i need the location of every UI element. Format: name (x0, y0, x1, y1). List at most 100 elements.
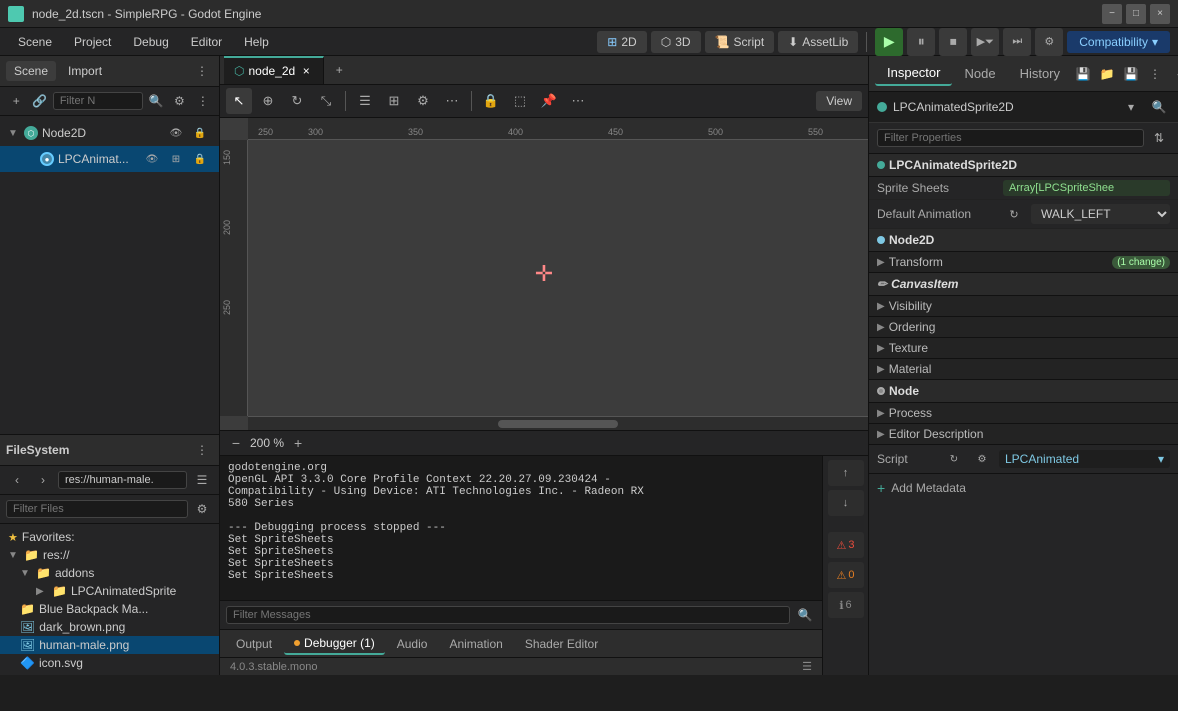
inspector-save2-button[interactable]: 💾 (1120, 63, 1142, 85)
run-button[interactable]: ▶ (875, 28, 903, 56)
material-subsection[interactable]: ▶ Material (869, 359, 1178, 380)
toolbar-script-button[interactable]: 📜 Script (705, 31, 775, 53)
add-node-button[interactable]: + (6, 90, 26, 112)
ordering-subsection[interactable]: ▶ Ordering (869, 317, 1178, 338)
script-reset-button[interactable]: ↻ (943, 448, 965, 470)
close-button[interactable]: × (1150, 4, 1170, 24)
more-tool-1[interactable]: ⋯ (439, 88, 465, 114)
console-warning-button[interactable]: ⚠ 0 (828, 562, 864, 588)
viewport[interactable]: 250 300 350 400 450 500 550 150 200 250 … (220, 118, 868, 430)
editor-desc-subsection[interactable]: ▶ Editor Description (869, 424, 1178, 445)
fs-back-button[interactable]: ‹ (6, 469, 28, 491)
lock-tool[interactable]: 🔒 (478, 88, 504, 114)
pause-button[interactable]: ⏸ (907, 28, 935, 56)
link-node-button[interactable]: 🔗 (29, 90, 49, 112)
inspector-back-button[interactable]: ‹ (1168, 63, 1178, 85)
console-tab-animation[interactable]: Animation (439, 634, 512, 654)
tree-item-lpc[interactable]: ● LPCAnimat... 👁 ⊞ 🔒 (0, 146, 219, 172)
view-button[interactable]: View (816, 91, 862, 111)
console-filter-input[interactable] (226, 606, 790, 624)
tab-close-button[interactable]: × (299, 64, 313, 78)
debug-run-button[interactable]: ▶⏷ (971, 28, 999, 56)
move-tool[interactable]: ⊕ (255, 88, 281, 114)
scene-options-button[interactable]: ⋮ (193, 90, 213, 112)
lpc-group-button[interactable]: ⊞ (165, 148, 187, 170)
lpc-visibility-button[interactable]: 👁 (141, 148, 163, 170)
fs-layout-button[interactable]: ☰ (191, 469, 213, 491)
snap-tool[interactable]: ⊞ (381, 88, 407, 114)
stop-button[interactable]: ⏹ (939, 28, 967, 56)
zoom-out-button[interactable]: − (226, 433, 246, 453)
sprite-sheets-value[interactable]: Array[LPCSpriteShee (1003, 180, 1170, 196)
console-tab-shader[interactable]: Shader Editor (515, 634, 608, 654)
filesystem-path-input[interactable] (58, 471, 187, 489)
rotate-tool[interactable]: ↻ (284, 88, 310, 114)
scene-filter-button[interactable]: ⚙ (169, 90, 189, 112)
settings-button[interactable]: ⚙ (1035, 28, 1063, 56)
rect-tool[interactable]: ⬚ (507, 88, 533, 114)
more-tool-2[interactable]: ⋯ (565, 88, 591, 114)
default-animation-select[interactable]: WALK_LEFT (1031, 204, 1170, 224)
texture-subsection[interactable]: ▶ Texture (869, 338, 1178, 359)
toolbar-assetlib-button[interactable]: ⬇ AssetLib (778, 31, 858, 53)
compatibility-button[interactable]: Compatibility ▾ (1067, 31, 1170, 53)
editor-tab-node2d[interactable]: ⬡ node_2d × (224, 56, 324, 84)
menu-scene[interactable]: Scene (8, 31, 62, 53)
process-subsection[interactable]: ▶ Process (869, 403, 1178, 424)
lpc-lock-button[interactable]: 🔒 (189, 148, 211, 170)
list-tool[interactable]: ☰ (352, 88, 378, 114)
inspector-more-button[interactable]: ⋮ (1144, 63, 1166, 85)
filter-properties-input[interactable] (877, 129, 1144, 147)
fs-item-backpack[interactable]: 📁 Blue Backpack Ma... (0, 600, 219, 618)
node2d-lock-button[interactable]: 🔒 (189, 122, 211, 144)
scale-tool[interactable]: ⤡ (313, 88, 339, 114)
tab-import[interactable]: Import (60, 61, 110, 81)
inspector-save-button[interactable]: 💾 (1072, 63, 1094, 85)
inspector-tab-node[interactable]: Node (952, 62, 1007, 85)
console-tab-output[interactable]: Output (226, 634, 282, 654)
maximize-button[interactable]: □ (1126, 4, 1146, 24)
console-down-button[interactable]: ↓ (828, 490, 864, 516)
filter-properties-sort[interactable]: ⇅ (1148, 127, 1170, 149)
grid-tool[interactable]: ⚙ (410, 88, 436, 114)
fs-item-favorites[interactable]: ★ Favorites: (0, 528, 219, 546)
menu-help[interactable]: Help (234, 31, 279, 53)
fs-item-iconsvg[interactable]: 🔷 icon.svg (0, 654, 219, 672)
console-info-button[interactable]: ℹ 6 (828, 592, 864, 618)
add-metadata-button[interactable]: + Add Metadata (869, 473, 1178, 502)
pin-tool[interactable]: 📌 (536, 88, 562, 114)
node-selector-search[interactable]: 🔍 (1148, 96, 1170, 118)
visibility-subsection[interactable]: ▶ Visibility (869, 296, 1178, 317)
console-up-button[interactable]: ↑ (828, 460, 864, 486)
fs-forward-button[interactable]: › (32, 469, 54, 491)
scene-menu-button[interactable]: ⋮ (191, 60, 213, 82)
console-filter-button[interactable]: 🔍 (794, 604, 816, 626)
zoom-in-button[interactable]: + (288, 433, 308, 453)
scene-filter-input[interactable] (53, 92, 143, 110)
inspector-folder-button[interactable]: 📁 (1096, 63, 1118, 85)
toolbar-3d-button[interactable]: ⬡ 3D (651, 31, 701, 53)
fs-item-res[interactable]: ▼ 📁 res:// (0, 546, 219, 564)
script-gear-button[interactable]: ⚙ (971, 448, 993, 470)
step-button[interactable]: ⏭ (1003, 28, 1031, 56)
tree-item-node2d[interactable]: ▼ ⬡ Node2D 👁 🔒 (0, 120, 219, 146)
fs-item-addons[interactable]: ▼ 📁 addons (0, 564, 219, 582)
default-animation-reset[interactable]: ↻ (1003, 203, 1025, 225)
menu-project[interactable]: Project (64, 31, 121, 53)
horizontal-scrollbar[interactable] (248, 416, 868, 430)
console-tab-audio[interactable]: Audio (387, 634, 438, 654)
fs-item-darkbrown[interactable]: 🖼 dark_brown.png (0, 618, 219, 636)
toolbar-2d-button[interactable]: ⊞ 2D (597, 31, 646, 53)
minimize-button[interactable]: − (1102, 4, 1122, 24)
tab-scene[interactable]: Scene (6, 61, 56, 81)
inspector-tab-history[interactable]: History (1008, 62, 1072, 85)
node2d-visibility-button[interactable]: 👁 (165, 122, 187, 144)
console-tab-debugger[interactable]: Debugger (1) (284, 633, 385, 655)
menu-debug[interactable]: Debug (123, 31, 178, 53)
add-tab-button[interactable]: + (328, 59, 350, 81)
menu-editor[interactable]: Editor (181, 31, 232, 53)
transform-subsection[interactable]: ▶ Transform (1 change) (869, 252, 1178, 273)
inspector-tab-inspector[interactable]: Inspector (875, 61, 952, 86)
fs-filter-options[interactable]: ⚙ (191, 498, 213, 520)
filesystem-filter-input[interactable] (6, 500, 188, 518)
